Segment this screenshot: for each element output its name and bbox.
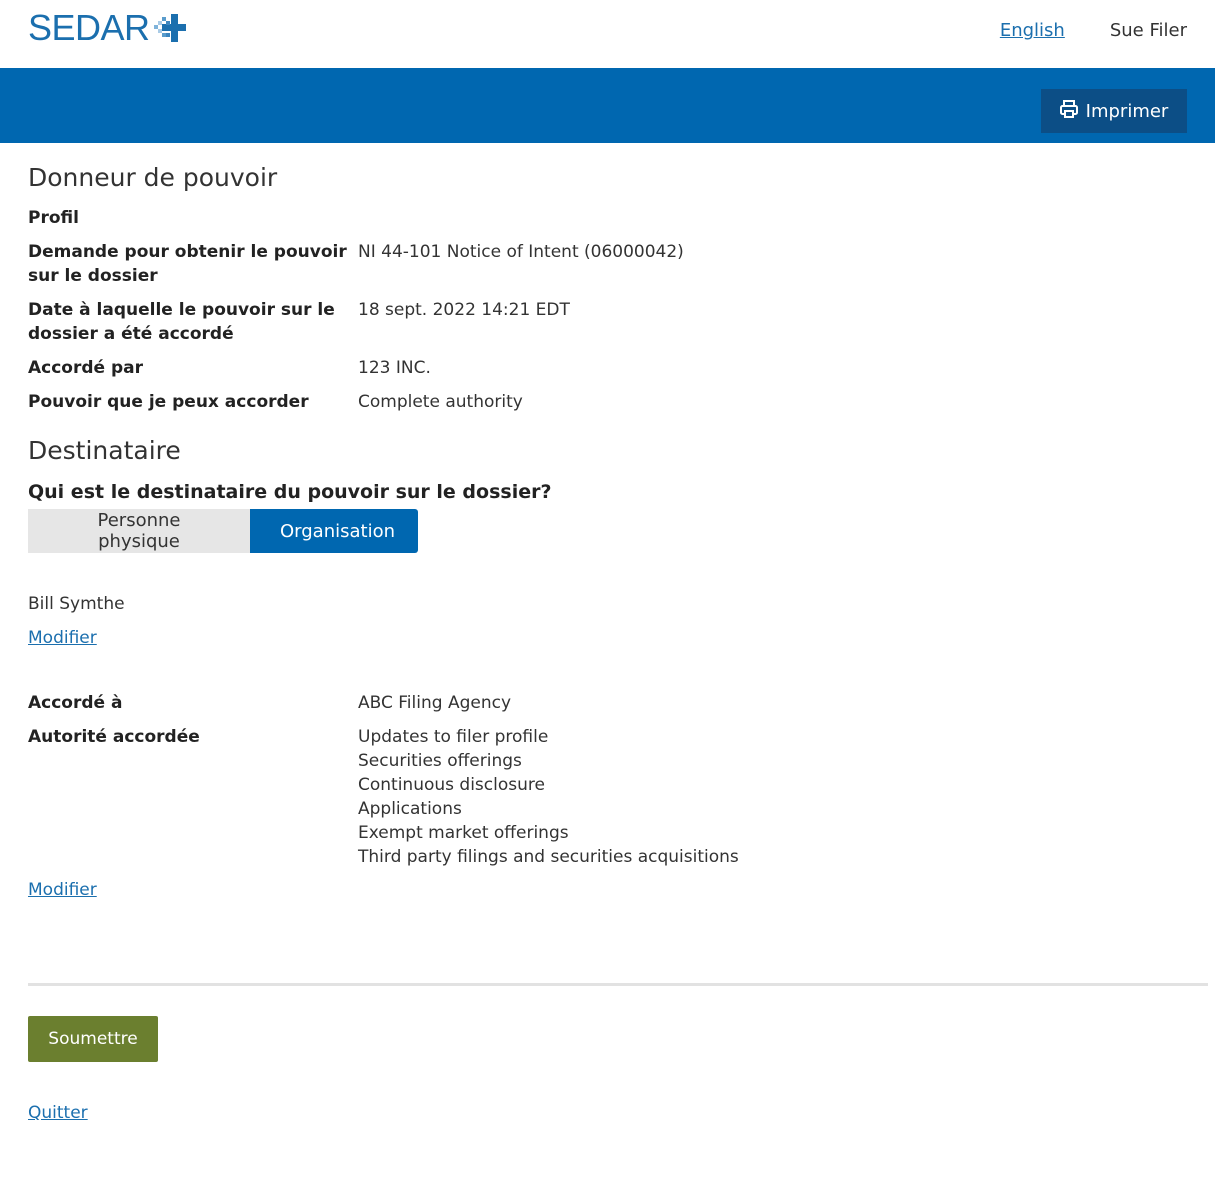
contact-name: Bill Symthe (28, 594, 125, 614)
authority-item: Continuous disclosure (358, 775, 545, 795)
recipient-type-toggle: Personne physique Organisation (28, 509, 418, 553)
quit-link[interactable]: Quitter (28, 1103, 88, 1123)
authority-item: Securities offerings (358, 751, 522, 771)
detail-label: Pouvoir que je peux accorder (28, 392, 309, 412)
profile-label: Profil (28, 208, 79, 228)
language-link[interactable]: English (1000, 20, 1065, 41)
recipient-question: Qui est le destinataire du pouvoir sur l… (28, 481, 552, 503)
authority-item: Exempt market offerings (358, 823, 569, 843)
modify-authority-wrap: Modifier (28, 880, 97, 900)
plus-logo-icon (152, 12, 186, 44)
granted-to-label: Accordé à (28, 693, 123, 713)
toggle-organisation[interactable]: Organisation (250, 509, 418, 553)
top-header: SEDAR English Sue Filer (0, 0, 1215, 68)
authority-label: Autorité accordée (28, 727, 200, 747)
authority-item: Third party filings and securities acqui… (358, 847, 739, 867)
toggle-personne-physique[interactable]: Personne physique (28, 509, 250, 553)
detail-label: Demande pour obtenir le pouvoir sur le d… (28, 242, 347, 286)
section-title-destinataire: Destinataire (28, 436, 181, 465)
profile-row: Profil (28, 206, 1178, 230)
granted-to-value: ABC Filing Agency (358, 693, 512, 713)
detail-row: Demande pour obtenir le pouvoir sur le d… (28, 240, 1178, 288)
detail-label: Date à laquelle le pouvoir sur le dossie… (28, 300, 335, 344)
detail-row: Date à laquelle le pouvoir sur le dossie… (28, 298, 1178, 346)
modify-contact-link[interactable]: Modifier (28, 628, 97, 648)
header-links: English Sue Filer (1000, 20, 1187, 41)
quit-wrap: Quitter (28, 1103, 88, 1123)
granted-to-row: Accordé à ABC Filing Agency (28, 691, 1178, 715)
action-bar: Imprimer (0, 68, 1215, 143)
modify-contact-wrap: Modifier (28, 628, 97, 648)
detail-value: Complete authority (358, 392, 523, 412)
logo-text: SEDAR (28, 7, 150, 48)
section-divider (28, 983, 1208, 986)
sedar-logo[interactable]: SEDAR (28, 10, 186, 46)
detail-value: NI 44-101 Notice of Intent (06000042) (358, 242, 684, 262)
detail-label: Accordé par (28, 358, 144, 378)
detail-value: 123 INC. (358, 358, 431, 378)
authority-item: Updates to filer profile (358, 727, 549, 747)
detail-value: 18 sept. 2022 14:21 EDT (358, 300, 570, 320)
authority-list: Updates to filer profile Securities offe… (358, 725, 739, 869)
modify-authority-link[interactable]: Modifier (28, 880, 97, 900)
detail-row: Accordé par 123 INC. (28, 356, 1178, 380)
printer-icon (1059, 99, 1078, 123)
print-label: Imprimer (1085, 100, 1169, 122)
print-button[interactable]: Imprimer (1041, 89, 1187, 133)
user-name[interactable]: Sue Filer (1110, 20, 1187, 41)
submit-button[interactable]: Soumettre (28, 1016, 158, 1062)
authority-row: Autorité accordée Updates to filer profi… (28, 725, 1178, 869)
section-title-donneur: Donneur de pouvoir (28, 163, 278, 192)
detail-row: Pouvoir que je peux accorder Complete au… (28, 390, 1178, 414)
authority-item: Applications (358, 799, 462, 819)
